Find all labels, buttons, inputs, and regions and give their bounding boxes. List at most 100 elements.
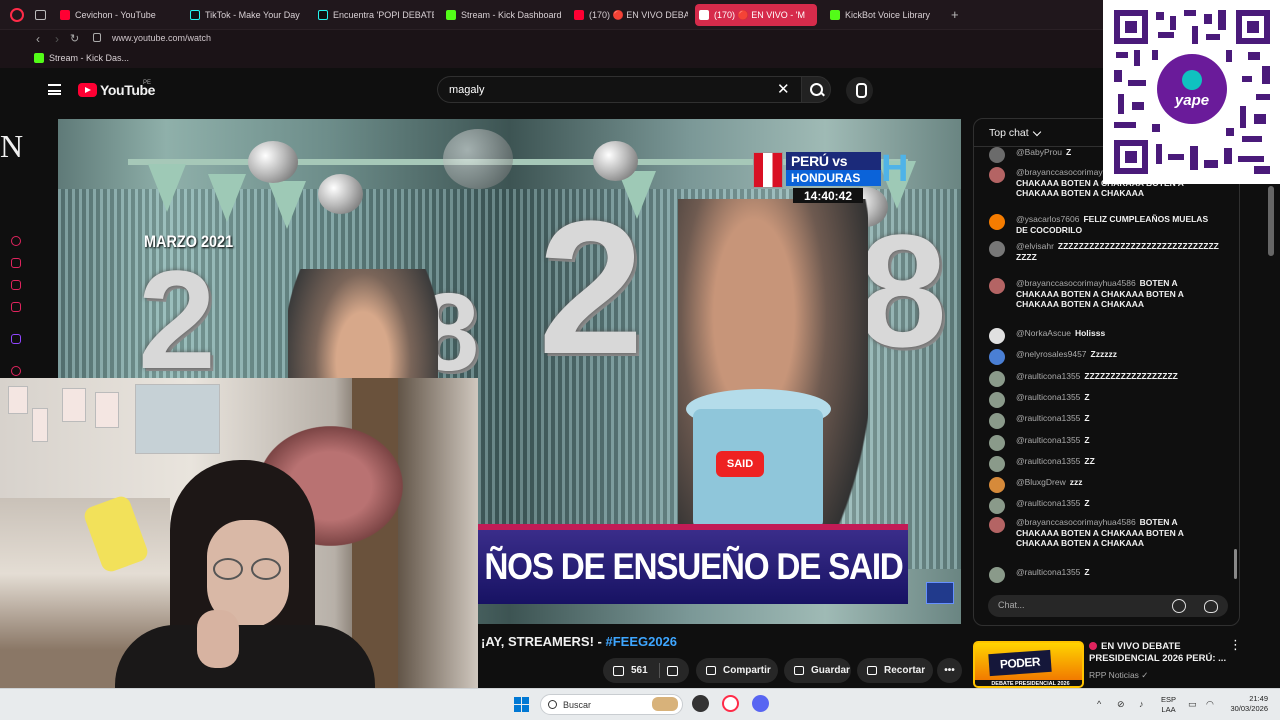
- tiktok-favicon-icon: [318, 10, 328, 20]
- disco-ball: [318, 174, 363, 214]
- windows-start-icon[interactable]: [514, 697, 529, 712]
- chat-text: ZZ: [1084, 456, 1095, 466]
- opera-taskbar-icon[interactable]: [722, 695, 739, 712]
- chevron-down-icon: [1032, 127, 1041, 136]
- clear-balloon: [443, 129, 513, 189]
- clock-date: 30/03/2026: [1230, 704, 1268, 713]
- heart-icon[interactable]: [1204, 600, 1218, 613]
- video-hashtag[interactable]: #FEEG2026: [605, 634, 677, 649]
- streamer: [115, 460, 375, 688]
- tab-tiktok[interactable]: TikTok - Make Your Day: [186, 4, 304, 26]
- video-title: ¡AY, STREAMERS! - #FEEG2026: [481, 634, 677, 649]
- more-vert-icon[interactable]: ⋮: [1229, 638, 1242, 651]
- tab-label: (170) 🔴 EN VIVO DEBAT: [589, 9, 688, 20]
- user-avatar: [989, 456, 1005, 472]
- tab-encuentra[interactable]: Encuentra 'POPI DEBATE': [314, 4, 434, 26]
- peru-flag-icon: [753, 152, 783, 188]
- search-highlight-icon[interactable]: [652, 697, 678, 711]
- youtube-favicon-icon: [60, 10, 70, 20]
- emoji-icon[interactable]: [1172, 599, 1186, 613]
- tray-display-icon[interactable]: ▭: [1188, 699, 1197, 710]
- tab-en-vivo-debate[interactable]: (170) 🔴 EN VIVO DEBAT: [570, 4, 688, 26]
- yape-wordmark: yape: [1174, 91, 1210, 109]
- chat-author: @raulticona1355: [1016, 392, 1081, 402]
- dislike-icon[interactable]: [667, 666, 678, 676]
- region-code: PE: [143, 80, 152, 86]
- clip-button[interactable]: Recortar: [857, 658, 933, 683]
- user-avatar: [989, 413, 1005, 429]
- chat-author: @raulticona1355: [1016, 435, 1081, 445]
- url-field[interactable]: www.youtube.com/watch: [112, 33, 211, 43]
- tab-kick-dashboard[interactable]: Stream - Kick Dashboard: [442, 4, 564, 26]
- like-icon[interactable]: [613, 665, 624, 676]
- taskbar-clock[interactable]: 21:49 30/03/2026: [1224, 694, 1268, 714]
- tab-cevichon[interactable]: Cevichon - YouTube: [56, 4, 176, 26]
- tab-manager-icon[interactable]: [35, 10, 46, 20]
- sidebar-app-icon[interactable]: [11, 302, 21, 312]
- chat-input[interactable]: Chat...: [988, 595, 1228, 617]
- twitch-icon[interactable]: [11, 334, 21, 344]
- channel-watermark-icon: [926, 582, 954, 604]
- tray-mic-icon[interactable]: ♪: [1139, 699, 1144, 709]
- cake-tag: SAID: [716, 451, 764, 477]
- bookmark-icon: [794, 666, 804, 675]
- chat-author: @raulticona1355: [1016, 371, 1081, 381]
- reload-icon[interactable]: ↻: [70, 32, 79, 45]
- like-count[interactable]: 561: [631, 665, 648, 676]
- sidebar-app-icon[interactable]: [11, 366, 21, 376]
- tray-network-icon[interactable]: ⊘: [1117, 699, 1125, 710]
- discord-icon[interactable]: [752, 695, 769, 712]
- microphone-icon[interactable]: [846, 77, 873, 104]
- glasses: [213, 558, 285, 580]
- share-button[interactable]: Compartir: [696, 658, 778, 683]
- new-tab-icon[interactable]: +: [951, 7, 959, 22]
- recommended-title[interactable]: EN VIVO DEBATE PRESIDENCIAL 2026 PERÚ: .…: [1089, 641, 1227, 665]
- save-label: Guardar: [811, 665, 850, 676]
- search-button[interactable]: [801, 76, 831, 103]
- obs-icon[interactable]: [692, 695, 709, 712]
- wall-poster: [8, 386, 28, 414]
- save-button[interactable]: Guardar: [784, 658, 851, 683]
- search-input[interactable]: magaly: [437, 76, 801, 103]
- back-icon[interactable]: ‹: [36, 32, 40, 46]
- chat-text: Z: [1084, 498, 1090, 508]
- chat-scroll-thumb[interactable]: [1234, 549, 1237, 579]
- user-avatar: [989, 167, 1005, 183]
- chat-mode-label: Top chat: [989, 127, 1029, 139]
- menu-icon[interactable]: [48, 84, 61, 95]
- forward-icon[interactable]: ›: [55, 32, 59, 46]
- sidebar-app-icon[interactable]: [11, 236, 21, 246]
- page-scrollbar[interactable]: [1268, 186, 1274, 256]
- disco-ball: [593, 141, 638, 181]
- chat-messages[interactable]: @BabyProuZ @brayanccasocorimayhua4586BOT…: [974, 147, 1232, 584]
- chat-mode-dropdown[interactable]: Top chat: [989, 127, 1041, 139]
- chat-text: Z: [1084, 392, 1090, 402]
- divider: [659, 663, 660, 678]
- kick-favicon-icon: [446, 10, 456, 20]
- language-indicator[interactable]: ESP LAA: [1161, 695, 1176, 715]
- user-avatar: [989, 371, 1005, 387]
- more-actions-button[interactable]: •••: [937, 658, 962, 683]
- sidebar-app-icon[interactable]: [11, 258, 21, 268]
- chat-author: @raulticona1355: [1016, 413, 1081, 423]
- bookmark-kick[interactable]: Stream - Kick Das...: [34, 53, 129, 63]
- speaker-icon: [699, 10, 709, 20]
- tray-wifi-icon[interactable]: ◠: [1206, 699, 1214, 710]
- chat-scrollbar[interactable]: [1232, 149, 1239, 589]
- user-avatar: [989, 392, 1005, 408]
- tray-chevron-icon[interactable]: ^: [1097, 699, 1101, 709]
- recommended-channel[interactable]: RPP Noticias ✓: [1089, 670, 1148, 681]
- video-title-text: ¡AY, STREAMERS! -: [481, 634, 606, 649]
- sidebar-app-icon[interactable]: [11, 280, 21, 290]
- recommended-thumbnail[interactable]: PODER DEBATE PRESIDENCIAL 2026: [973, 641, 1084, 688]
- browser-sidebar: [0, 68, 32, 378]
- clock-time: 21:49: [1249, 694, 1268, 703]
- clear-search-icon[interactable]: ✕: [777, 80, 790, 98]
- tab-kickbot[interactable]: KickBot Voice Library: [826, 4, 946, 26]
- webcam-overlay: [0, 378, 478, 688]
- chat-text: Z: [1084, 435, 1090, 445]
- tab-en-vivo-active[interactable]: (170) 🔴 EN VIVO - 'M: [695, 4, 817, 26]
- yape-qr-overlay: yape: [1103, 0, 1280, 184]
- opera-logo-icon[interactable]: [10, 8, 24, 22]
- score-timer: 14:40:42: [793, 188, 863, 203]
